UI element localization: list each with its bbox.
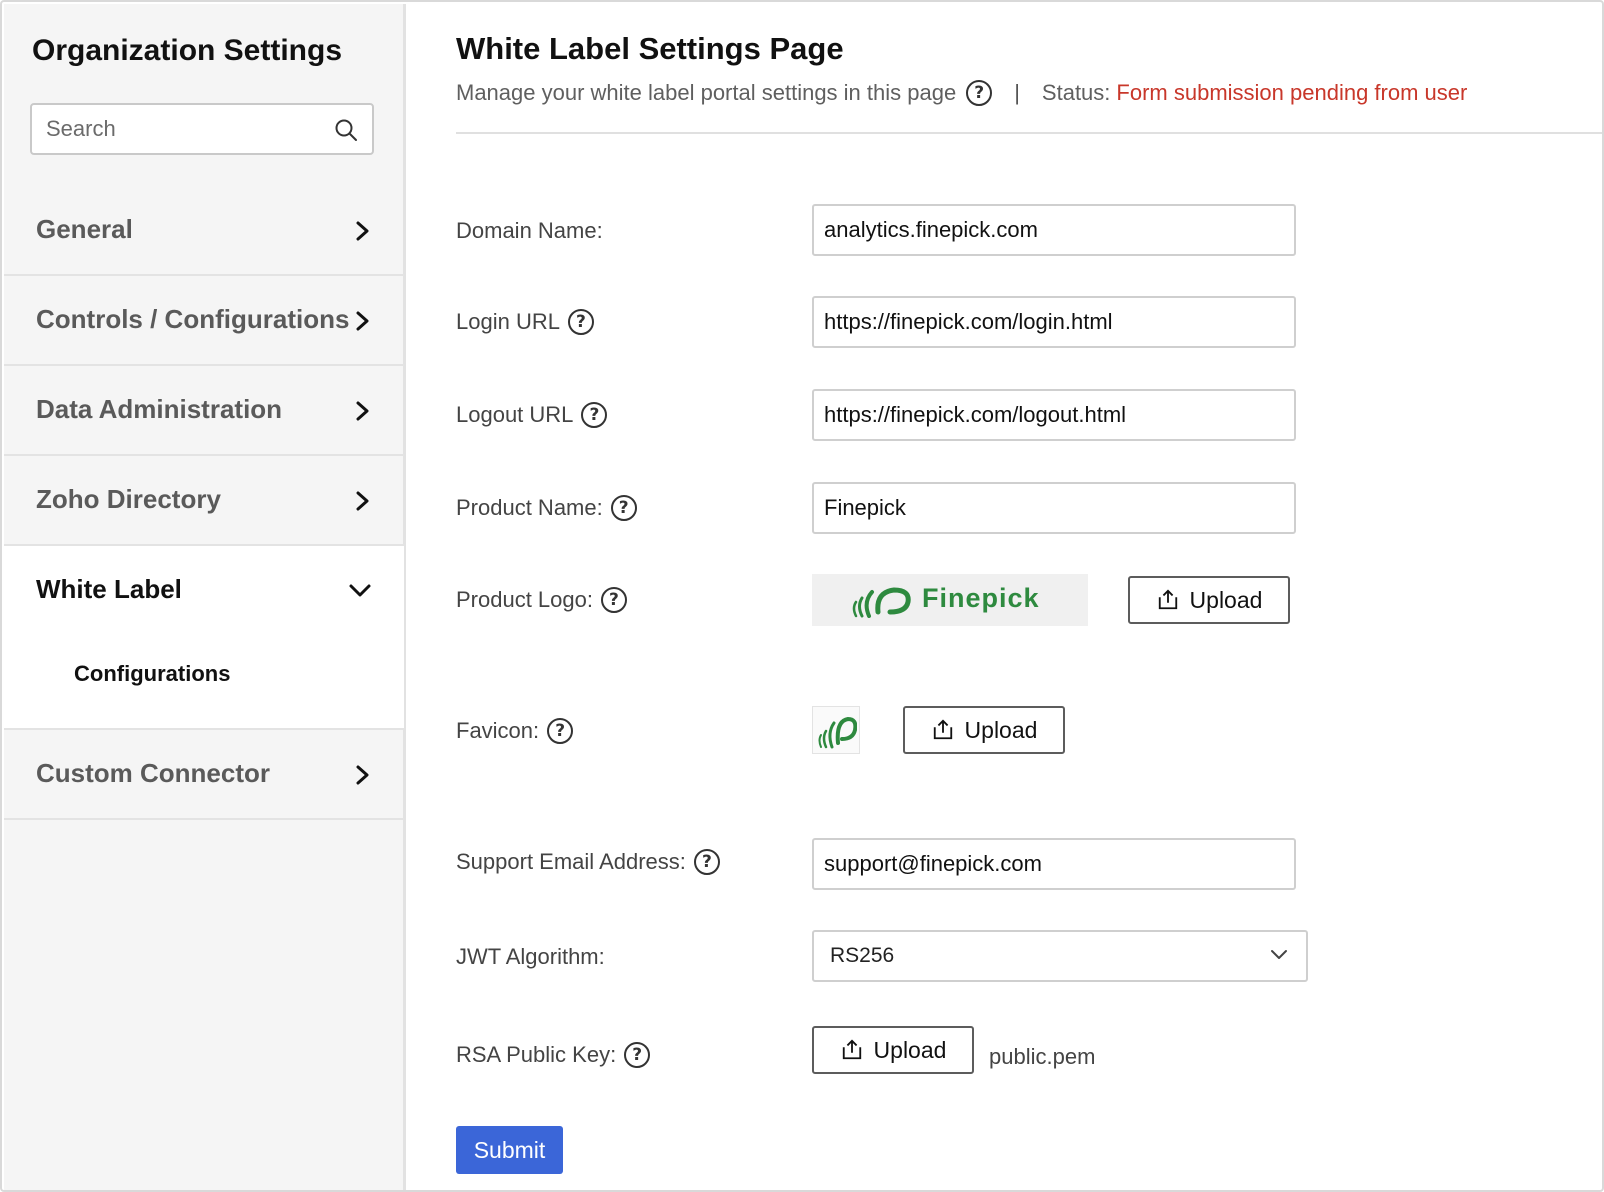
search-input[interactable] [46,115,316,143]
field-label-text: Product Name: [456,495,603,520]
support-email-field[interactable] [812,838,1296,890]
upload-icon [933,719,952,740]
sidebar-subitem-configurations[interactable]: Configurations [74,661,230,687]
finepick-favicon-icon [818,716,857,749]
rsa-key-upload-button[interactable]: Upload [812,1026,974,1074]
sidebar-item-data-administration[interactable]: Data Administration [4,366,404,456]
chevron-right-icon [356,311,369,331]
sidebar-item-controls-configurations[interactable]: Controls / Configurations [4,276,404,366]
chevron-right-icon [356,491,369,511]
help-icon[interactable]: ? [547,718,574,744]
product-name-field[interactable] [812,482,1296,534]
page-title: White Label Settings Page [456,31,844,66]
sidebar: Organization Settings General Controls /… [4,4,406,1190]
field-label-text: JWT Algorithm: [456,944,605,969]
sidebar-item-general[interactable]: General [4,186,404,276]
main-content: White Label Settings Page Manage your wh… [406,4,1602,1190]
upload-icon [1158,589,1177,610]
status-value: Form submission pending from user [1116,80,1468,105]
product-logo-upload-button[interactable]: Upload [1128,576,1290,624]
field-label-text: Domain Name: [456,218,603,243]
chevron-down-icon [1271,950,1287,959]
help-icon[interactable]: ? [600,587,627,613]
rsa-file-name: public.pem [989,1044,1096,1069]
sidebar-item-label: Controls / Configurations [36,304,350,334]
app-frame: Organization Settings General Controls /… [0,0,1604,1192]
separator: | [1014,80,1020,105]
field-label-text: Support Email Address: [456,849,686,874]
sidebar-item-white-label[interactable]: White Label Configurations [4,546,404,730]
upload-label: Upload [964,716,1038,743]
sidebar-item-custom-connector[interactable]: Custom Connector [4,730,404,820]
favicon-upload-button[interactable]: Upload [903,706,1065,754]
header-divider [456,132,1602,134]
login-url-label: Login URL ? [456,309,594,335]
submit-button[interactable]: Submit [456,1126,563,1174]
logout-url-field[interactable] [812,389,1296,441]
sidebar-title: Organization Settings [32,34,343,67]
chevron-down-icon [349,584,371,597]
rsa-public-key-label: RSA Public Key: ? [456,1042,651,1068]
help-icon[interactable]: ? [966,80,993,106]
field-label-text: Product Logo: [456,587,593,612]
help-icon[interactable]: ? [581,402,608,428]
jwt-algorithm-select[interactable]: RS256 [812,930,1308,982]
sidebar-item-label: Custom Connector [36,758,270,788]
product-name-label: Product Name: ? [456,495,637,521]
login-url-field[interactable] [812,296,1296,348]
field-label-text: RSA Public Key: [456,1042,617,1067]
sidebar-item-label: White Label [36,574,182,604]
help-icon[interactable]: ? [624,1042,651,1068]
upload-icon [842,1039,861,1060]
logout-url-label: Logout URL ? [456,402,608,428]
support-email-label: Support Email Address: ? [456,849,720,875]
jwt-algorithm-value: RS256 [830,944,895,967]
field-label-text: Logout URL [456,402,574,427]
help-icon[interactable]: ? [693,849,720,875]
product-logo-text: Finepick [922,583,1040,613]
field-label-text: Login URL [456,309,560,334]
field-label-text: Favicon: [456,718,540,743]
help-icon[interactable]: ? [567,309,594,335]
search-box[interactable] [30,103,374,155]
product-logo-preview: Finepick [812,574,1088,626]
upload-label: Upload [873,1036,947,1063]
jwt-algorithm-label: JWT Algorithm: [456,944,605,970]
product-logo-label: Product Logo: ? [456,587,627,613]
domain-name-field[interactable] [812,204,1296,256]
domain-name-label: Domain Name: [456,218,603,244]
upload-label: Upload [1189,586,1263,613]
chevron-right-icon [356,221,369,241]
finepick-logo-icon [852,587,911,618]
chevron-right-icon [356,765,369,785]
help-icon[interactable]: ? [610,495,637,521]
search-icon[interactable] [334,118,358,142]
page-subtitle: Manage your white label portal settings … [456,80,957,105]
chevron-right-icon [356,401,369,421]
status-label: Status: [1041,80,1111,105]
favicon-label: Favicon: ? [456,718,574,744]
page-subtitle-row: Manage your white label portal settings … [456,78,1467,108]
sidebar-item-label: Zoho Directory [36,484,221,514]
sidebar-item-zoho-directory[interactable]: Zoho Directory [4,456,404,546]
sidebar-item-label: General [36,214,133,244]
sidebar-item-label: Data Administration [36,394,283,424]
favicon-preview [812,706,860,754]
